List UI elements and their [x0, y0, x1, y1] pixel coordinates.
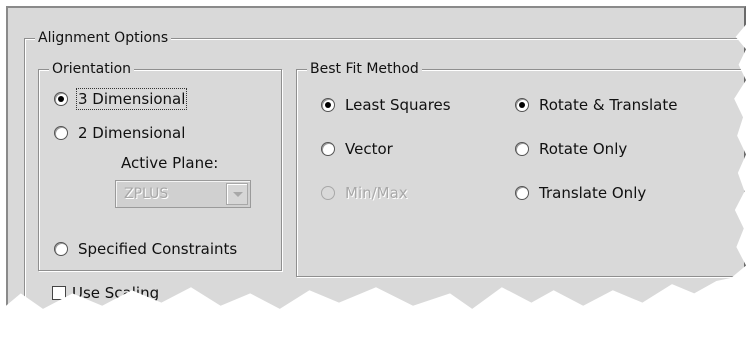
radio-label: Least Squares: [345, 96, 451, 114]
radio-specified-constraints[interactable]: Specified Constraints: [54, 240, 237, 258]
radio-label: Translate Only: [539, 184, 647, 202]
radio-2-dimensional[interactable]: 2 Dimensional: [54, 124, 185, 142]
radio-vector[interactable]: Vector: [321, 140, 393, 158]
dropdown-button[interactable]: [226, 183, 248, 205]
checkbox-label: Use Scaling: [72, 284, 160, 302]
radio-3-dimensional[interactable]: 3 Dimensional: [54, 88, 188, 110]
radio-label: Rotate & Translate: [539, 96, 678, 114]
radio-label: 2 Dimensional: [78, 124, 186, 142]
radio-least-squares[interactable]: Least Squares: [321, 96, 451, 114]
alignment-dialog-torn: Alignment Options Orientation 3 Dimensio…: [6, 6, 746, 309]
chevron-down-icon: [233, 192, 243, 197]
checkbox-unchecked-icon: [52, 286, 66, 300]
radio-selected-icon: [54, 92, 68, 106]
active-plane-value: ZPLUS: [124, 186, 169, 202]
radio-disabled-icon: [321, 186, 335, 200]
best-fit-method-title: Best Fit Method: [307, 60, 422, 78]
radio-label: Specified Constraints: [78, 240, 238, 258]
active-plane-select[interactable]: ZPLUS: [115, 180, 251, 208]
radio-unselected-icon: [515, 142, 529, 156]
radio-unselected-icon: [54, 242, 68, 256]
orientation-title: Orientation: [49, 60, 135, 78]
orientation-group: Orientation 3 Dimensional 2 Dimensional …: [38, 60, 282, 271]
radio-unselected-icon: [321, 142, 335, 156]
radio-label: Min/Max: [345, 184, 408, 202]
active-plane-label: Active Plane:: [121, 154, 219, 172]
radio-rotate-and-translate[interactable]: Rotate & Translate: [515, 96, 677, 114]
radio-min-max: Min/Max: [321, 184, 408, 202]
radio-selected-icon: [515, 98, 529, 112]
radio-unselected-icon: [54, 126, 68, 140]
radio-label: Rotate Only: [539, 140, 628, 158]
radio-label: 3 Dimensional: [75, 88, 188, 110]
best-fit-method-group: Best Fit Method Least Squares Vector Min…: [296, 60, 746, 277]
radio-unselected-icon: [515, 186, 529, 200]
alignment-options-title: Alignment Options: [35, 29, 172, 47]
radio-selected-icon: [321, 98, 335, 112]
radio-translate-only[interactable]: Translate Only: [515, 184, 646, 202]
radio-rotate-only[interactable]: Rotate Only: [515, 140, 627, 158]
radio-label: Vector: [345, 140, 393, 158]
use-scaling-checkbox[interactable]: Use Scaling: [52, 284, 159, 302]
